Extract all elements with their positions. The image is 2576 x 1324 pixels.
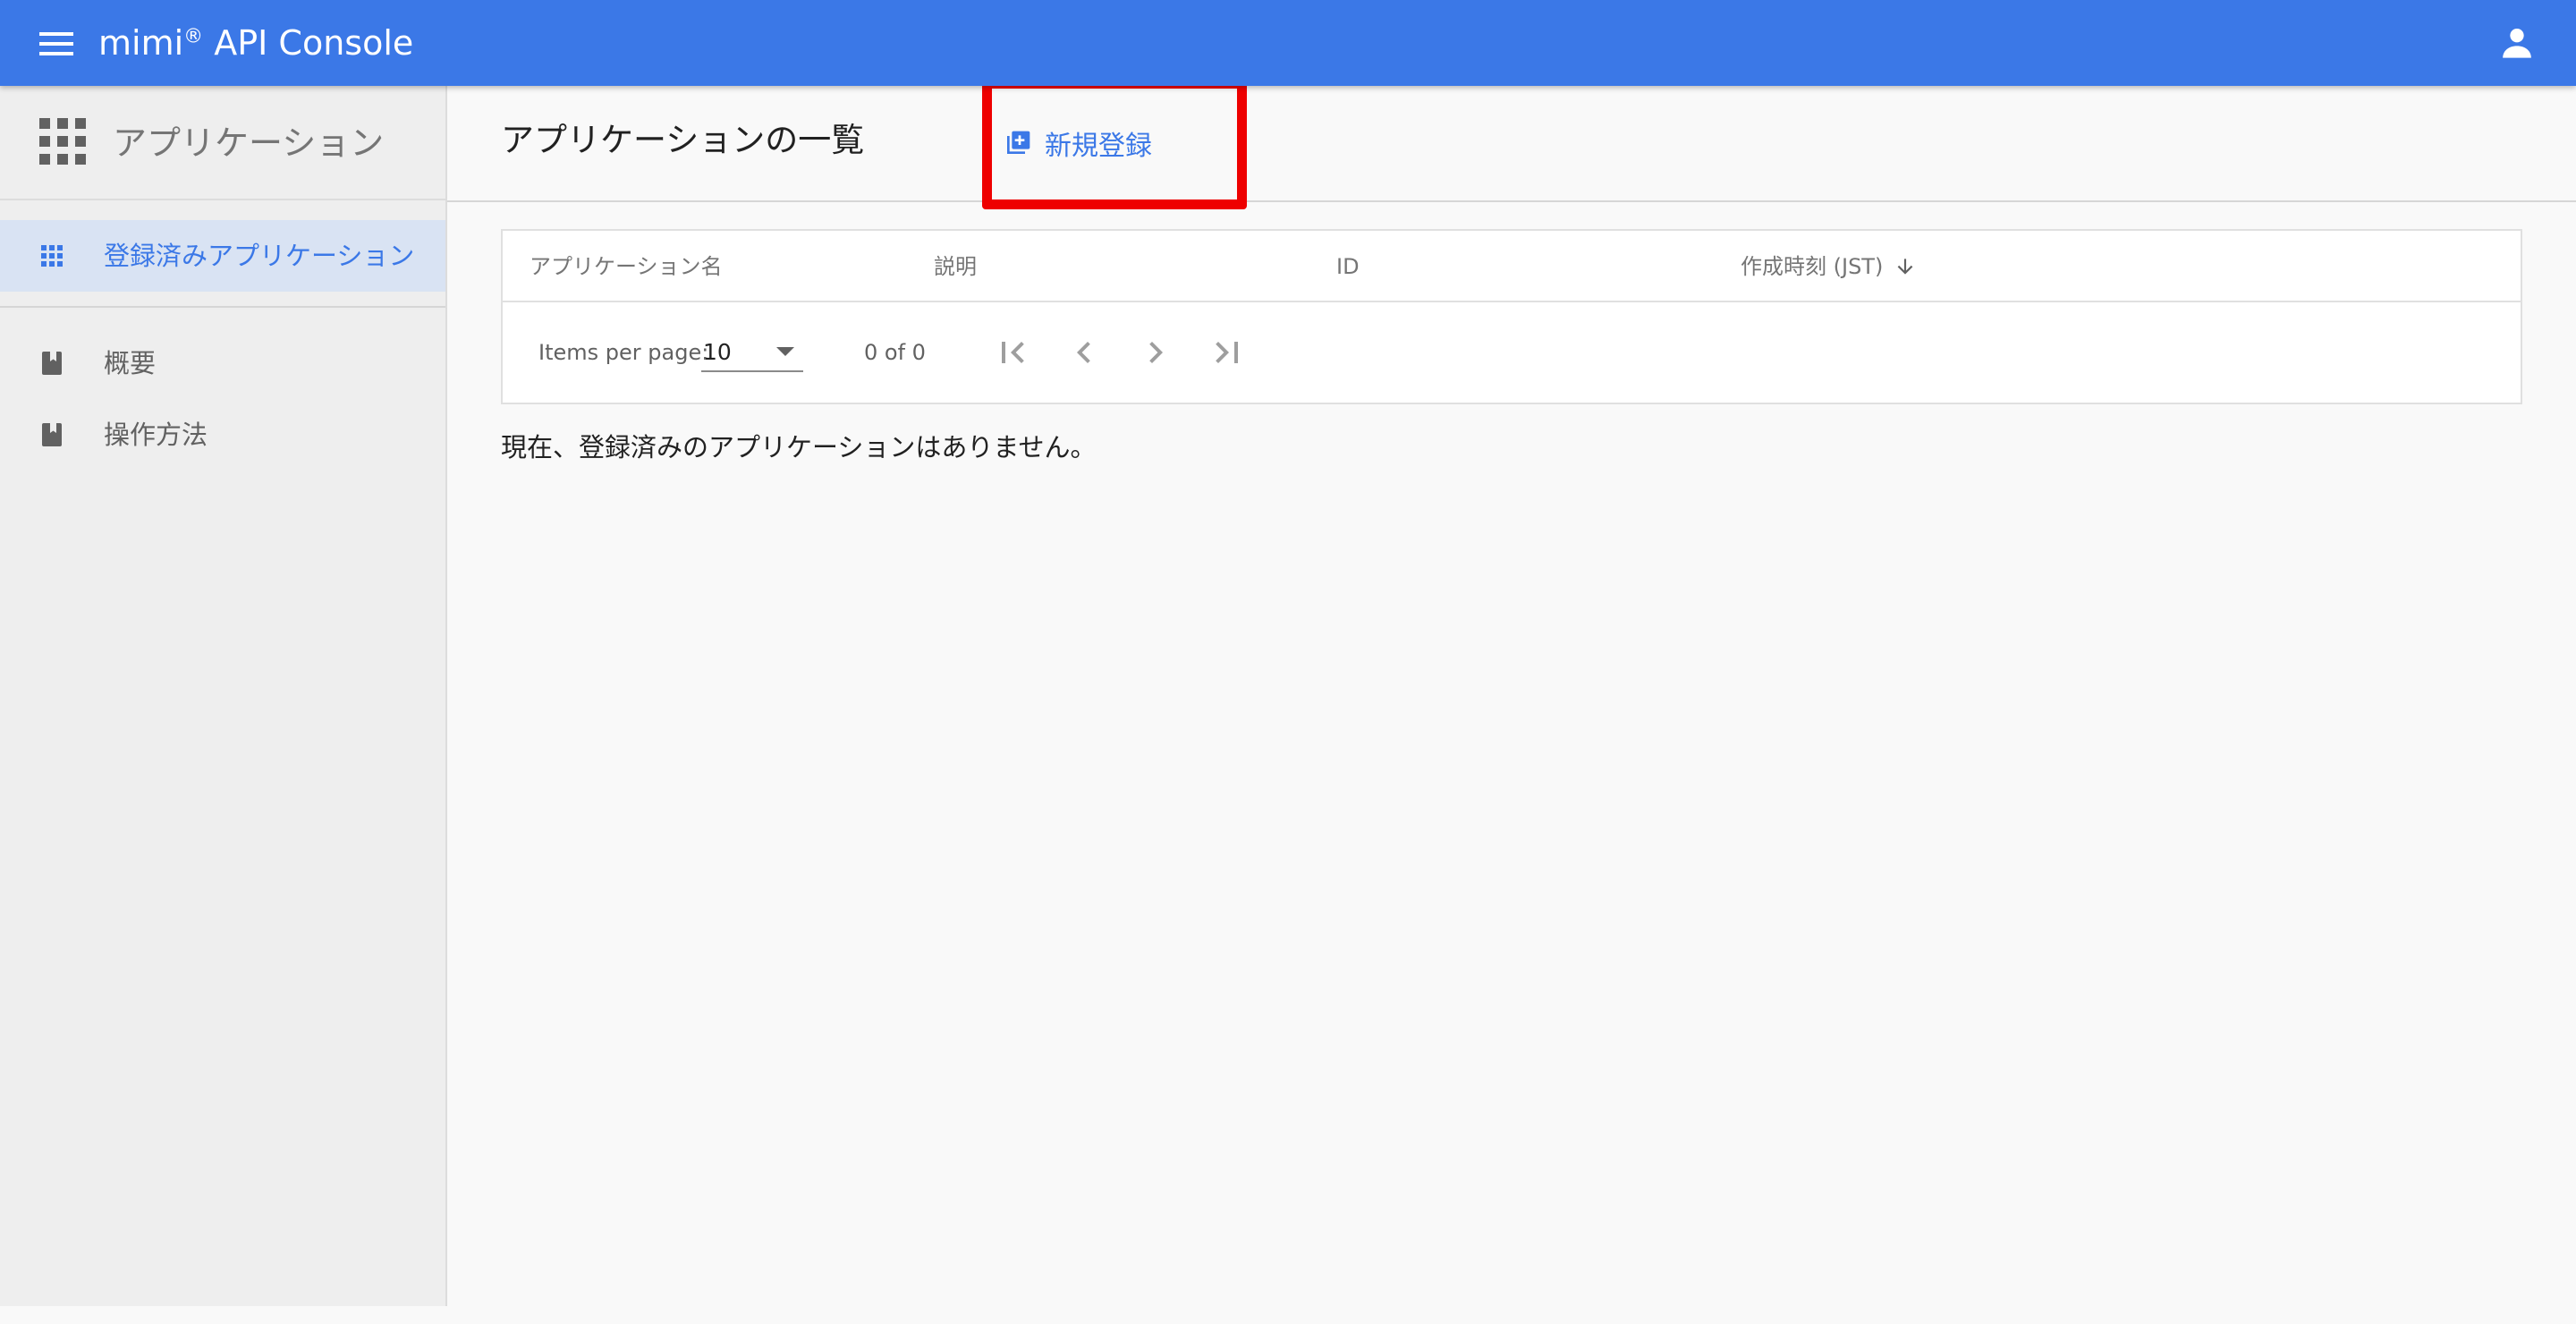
highlight-annotation-box [982, 79, 1247, 209]
sidebar-item-label: 概要 [104, 348, 157, 378]
app-title: mimi® API Console [98, 20, 413, 66]
sidebar-item-how-to[interactable]: 操作方法 [0, 399, 445, 471]
sidebar-item-overview[interactable]: 概要 [0, 327, 445, 399]
book-icon [39, 422, 64, 447]
person-icon[interactable] [2499, 25, 2535, 61]
next-page-icon [1149, 342, 1163, 363]
column-header-created-at[interactable]: 作成時刻 (JST) [1741, 250, 1917, 283]
next-page-button[interactable] [1134, 331, 1177, 374]
paginator: Items per page: 10 0 of 0 [503, 304, 2521, 403]
top-app-bar: mimi® API Console [0, 0, 2576, 86]
apps-grid-icon [39, 118, 86, 165]
previous-page-button[interactable] [1063, 331, 1106, 374]
hamburger-menu-icon[interactable] [39, 30, 75, 57]
page-size-value: 10 [703, 339, 732, 365]
apps-icon [39, 243, 64, 268]
column-header-app-name[interactable]: アプリケーション名 [530, 250, 723, 283]
column-header-description[interactable]: 説明 [934, 250, 977, 283]
app-title-suffix: API Console [203, 23, 414, 63]
registered-mark: ® [183, 25, 204, 48]
page-size-select[interactable]: 10 [701, 329, 803, 372]
first-page-button[interactable] [991, 331, 1034, 374]
page-title: アプリケーションの一覧 [501, 121, 865, 159]
column-header-id[interactable]: ID [1336, 250, 1360, 283]
chevron-down-icon [776, 347, 794, 356]
book-icon [39, 351, 64, 376]
column-header-label: 作成時刻 (JST) [1741, 254, 1884, 279]
first-page-icon [1002, 342, 1024, 363]
sidebar-item-label: 登録済みアプリケーション [104, 241, 415, 271]
items-per-page-label: Items per page: [538, 340, 709, 365]
last-page-icon [1216, 342, 1238, 363]
previous-page-icon [1077, 342, 1090, 363]
sidebar-divider [0, 306, 445, 308]
sidebar: アプリケーション 登録済みアプリケーション 概要 操作方法 [0, 86, 447, 1306]
table-header-row: アプリケーション名 説明 ID 作成時刻 (JST) [503, 231, 2521, 302]
page-header: アプリケーションの一覧 新規登録 [447, 79, 2576, 209]
range-label: 0 of 0 [864, 340, 926, 365]
arrow-downward-icon [1897, 259, 1913, 275]
sidebar-item-label: 操作方法 [104, 420, 208, 450]
sidebar-header: アプリケーション [0, 86, 445, 200]
empty-state-message: 現在、登録済みのアプリケーションはありません。 [501, 432, 1097, 463]
app-title-name: mimi [98, 23, 184, 63]
last-page-button[interactable] [1206, 331, 1249, 374]
applications-table: アプリケーション名 説明 ID 作成時刻 (JST) Items per pag… [501, 229, 2522, 404]
sidebar-item-registered-apps[interactable]: 登録済みアプリケーション [0, 220, 445, 292]
sidebar-title: アプリケーション [113, 123, 385, 163]
